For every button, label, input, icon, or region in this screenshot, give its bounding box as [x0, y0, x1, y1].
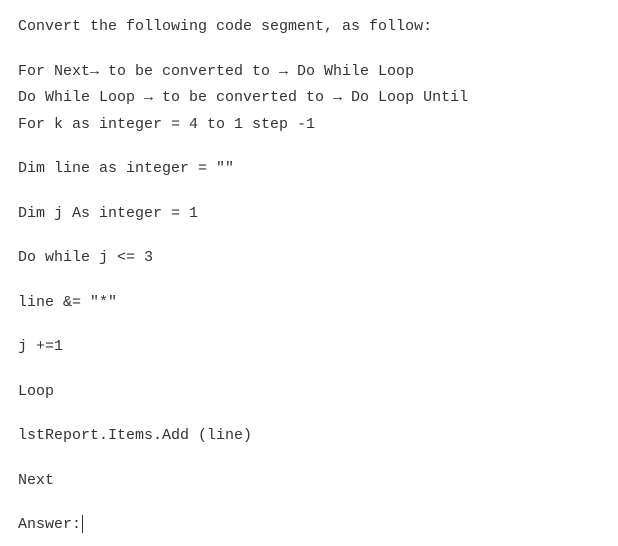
code-line-5: line &= "*" [18, 292, 600, 315]
spacer [18, 229, 600, 247]
code-line-3: Dim j As integer = 1 [18, 203, 600, 226]
spacer [18, 274, 600, 292]
code-line-7: Loop [18, 381, 600, 404]
code-line-9: Next [18, 470, 600, 493]
spacer [18, 185, 600, 203]
spacer [18, 452, 600, 470]
heading-text: Convert the following code segment, as f… [18, 16, 600, 39]
spacer [18, 318, 600, 336]
spacer [18, 407, 600, 425]
instruction-1: For Next→ to be converted to → Do While … [18, 61, 600, 84]
answer-line: Answer: [18, 514, 600, 537]
code-line-1: For k as integer = 4 to 1 step -1 [18, 114, 600, 137]
spacer [18, 363, 600, 381]
spacer [18, 140, 600, 158]
text-cursor [82, 515, 83, 533]
code-line-8: lstReport.Items.Add (line) [18, 425, 600, 448]
answer-label: Answer: [18, 516, 81, 533]
instruction-2: Do While Loop → to be converted to → Do … [18, 87, 600, 110]
spacer [18, 43, 600, 61]
spacer [18, 496, 600, 514]
code-line-4: Do while j <= 3 [18, 247, 600, 270]
code-line-6: j +=1 [18, 336, 600, 359]
code-line-2: Dim line as integer = "" [18, 158, 600, 181]
